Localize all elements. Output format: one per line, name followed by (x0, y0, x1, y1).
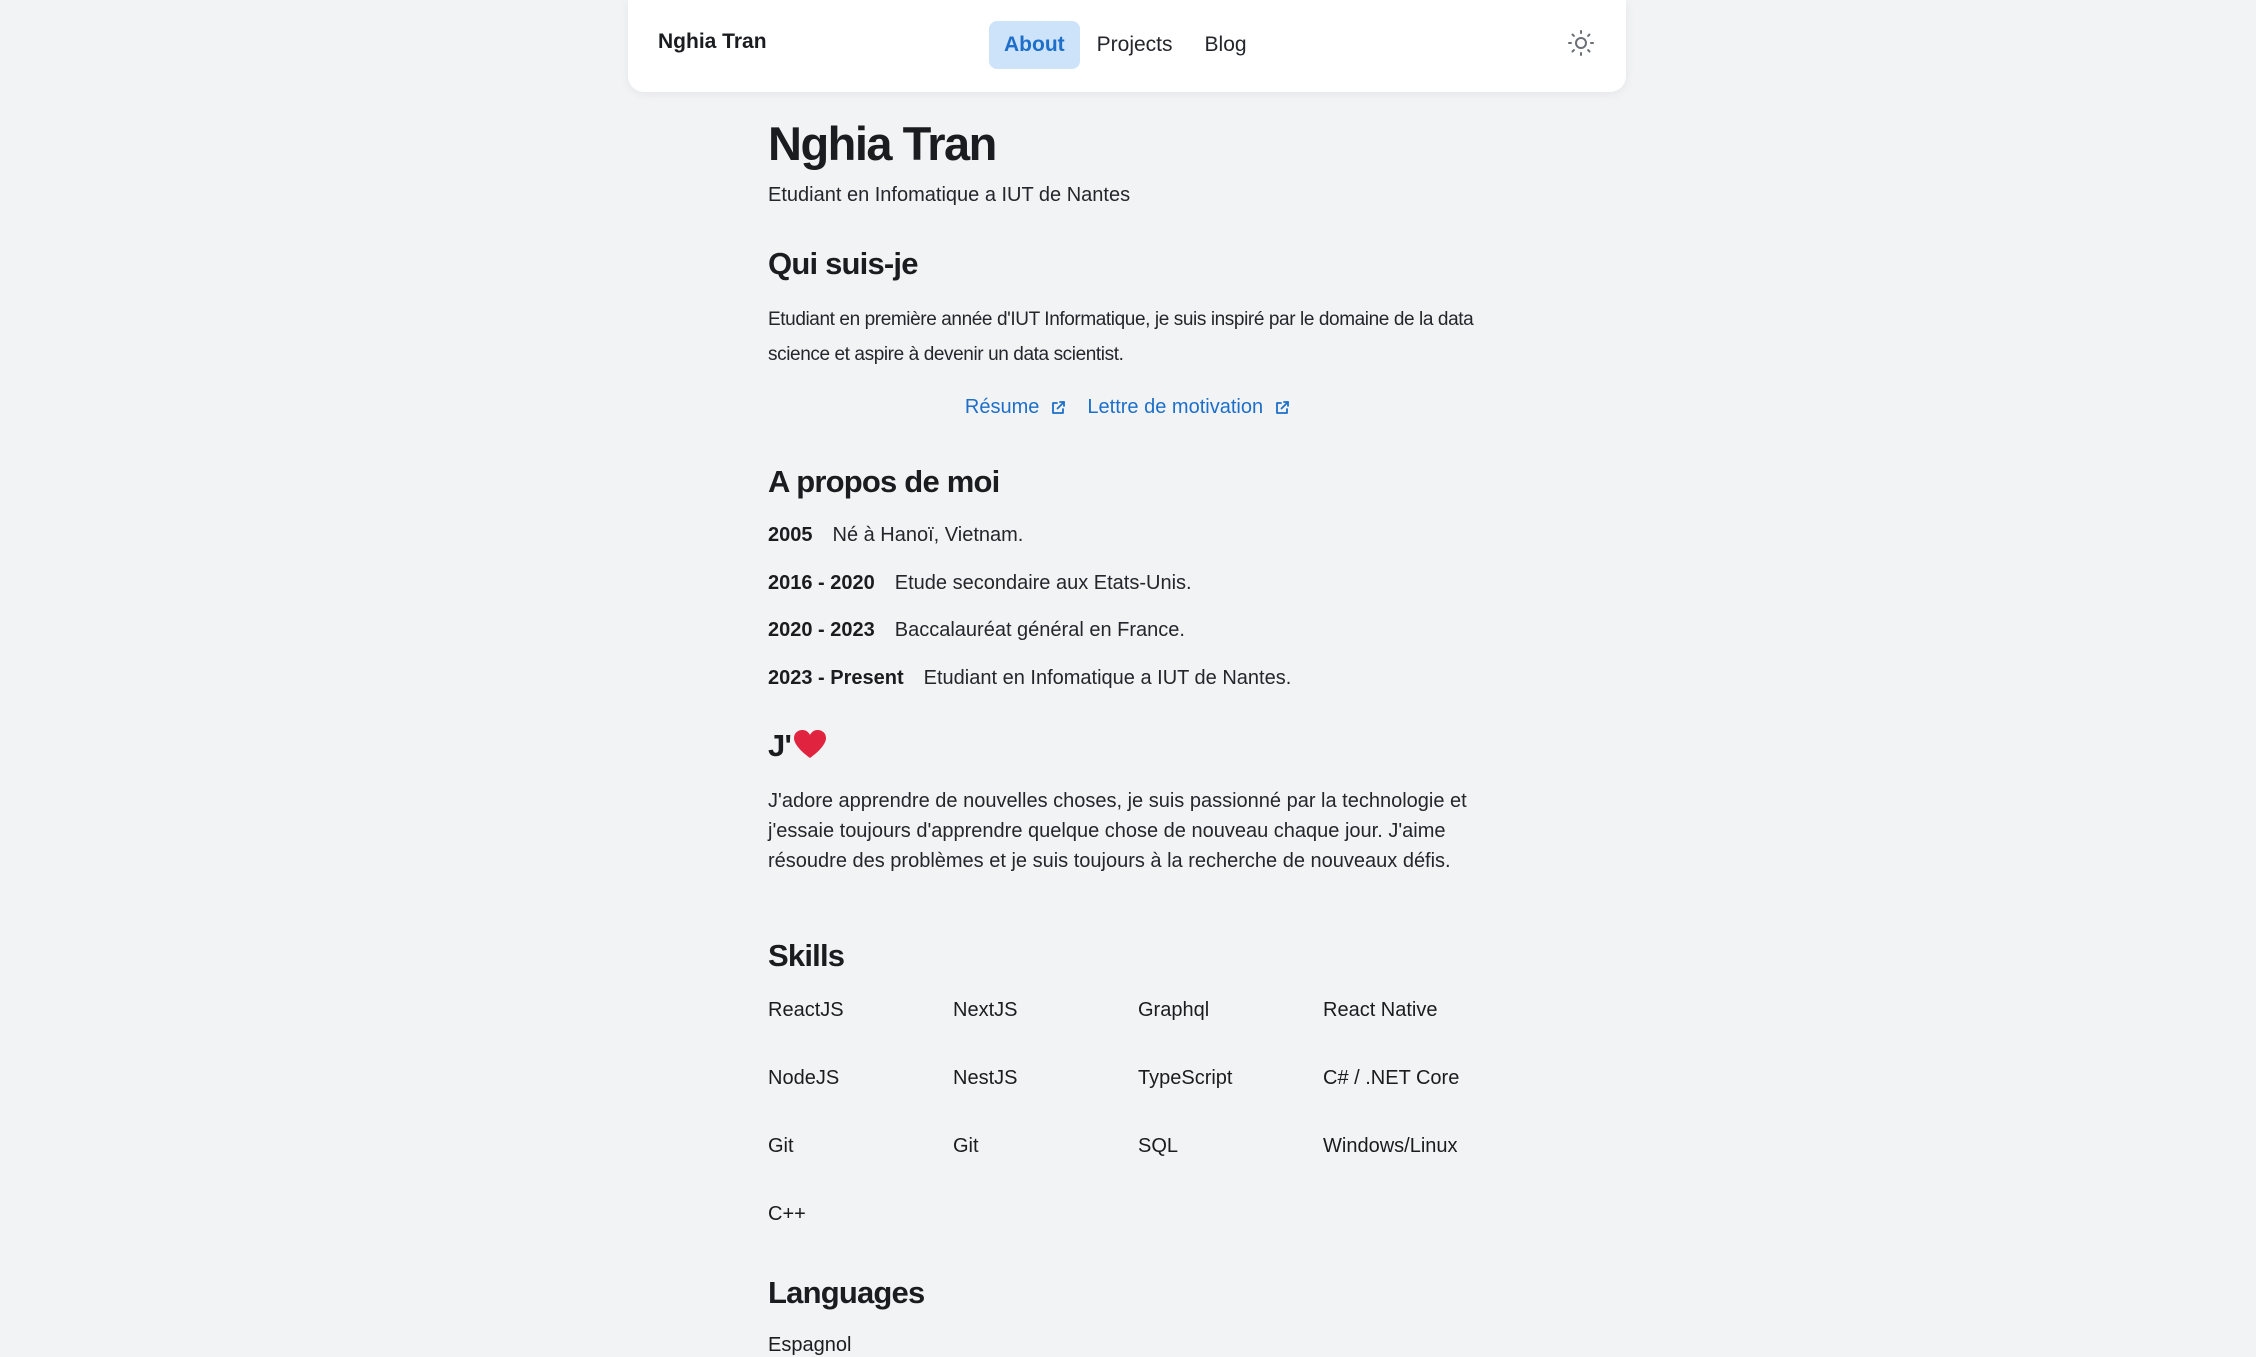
section-title-skills: Skills (768, 938, 845, 973)
nav-link-about[interactable]: About (989, 21, 1080, 69)
skill-item: React Native (1323, 999, 1438, 1021)
top-navbar: Nghia Tran About Projects Blog (628, 0, 1626, 92)
section-title-who: Qui suis-je (768, 246, 918, 281)
love-title-text: J' (768, 728, 792, 763)
nav-link-projects[interactable]: Projects (1082, 21, 1188, 69)
theme-toggle-button[interactable] (1566, 28, 1596, 58)
love-text: J'adore apprendre de nouvelles choses, j… (768, 790, 1467, 872)
external-link-icon (1052, 400, 1066, 414)
nav-links: About Projects Blog (989, 21, 1264, 69)
section-title-love: J' (768, 728, 827, 764)
skill-item: C# / .NET Core (1323, 1067, 1460, 1089)
timeline-row: 2023 - Present Etudiant en Infomatique a … (768, 667, 1291, 690)
intro-text: Etudiant en première année d'IUT Informa… (768, 309, 1474, 365)
skill-item: Git (953, 1135, 979, 1157)
site-brand[interactable]: Nghia Tran (658, 30, 767, 54)
timeline-year: 2023 - Present (768, 667, 904, 689)
language-item: Espagnol (768, 1334, 852, 1356)
skill-item: ReactJS (768, 999, 844, 1021)
skill-item: NodeJS (768, 1067, 840, 1089)
nav-link-blog[interactable]: Blog (1190, 21, 1262, 69)
section-title-languages: Languages (768, 1275, 925, 1310)
skill-item: NestJS (953, 1067, 1018, 1089)
timeline-row: 2020 - 2023 Baccalauréat général en Franc… (768, 619, 1185, 642)
timeline-year: 2016 - 2020 (768, 572, 875, 594)
resume-link[interactable]: Résume (965, 396, 1067, 419)
timeline-text: Né à Hanoï, Vietnam. (832, 524, 1024, 546)
skill-item: SQL (1138, 1135, 1179, 1157)
skills-grid: ReactJS NextJS Graphql React Native Node… (768, 992, 1508, 1264)
skill-item: C++ (768, 1203, 806, 1225)
profile-name: Nghia Tran (768, 117, 997, 170)
timeline-text: Baccalauréat général en France. (894, 619, 1185, 641)
cover-letter-link-label: Lettre de motivation (1087, 396, 1264, 418)
timeline-year: 2005 (768, 524, 813, 546)
cover-letter-link[interactable]: Lettre de motivation (1087, 396, 1291, 419)
timeline-row: 2016 - 2020 Etude secondaire aux Etats-Un… (768, 572, 1192, 595)
resume-link-label: Résume (964, 396, 1040, 418)
timeline-year: 2020 - 2023 (768, 619, 875, 641)
document-links: Résume Lettre de motivation (768, 396, 1488, 419)
skill-item: Graphql (1138, 999, 1210, 1021)
skill-item: TypeScript (1138, 1067, 1233, 1089)
skill-item: Windows/Linux (1323, 1135, 1458, 1157)
external-link-icon (1276, 400, 1289, 414)
sun-icon (1568, 30, 1594, 56)
skill-item: NextJS (953, 999, 1018, 1021)
timeline-text: Etude secondaire aux Etats-Unis. (894, 572, 1192, 594)
section-title-about: A propos de moi (768, 464, 1000, 499)
profile-subtitle: Etudiant en Infomatique a IUT de Nantes (768, 184, 1131, 206)
heart-icon (794, 730, 827, 758)
timeline-text: Etudiant en Infomatique a IUT de Nantes. (923, 667, 1292, 689)
skill-item: Git (768, 1135, 794, 1157)
timeline-row: 2005 Né à Hanoï, Vietnam. (768, 524, 1023, 547)
